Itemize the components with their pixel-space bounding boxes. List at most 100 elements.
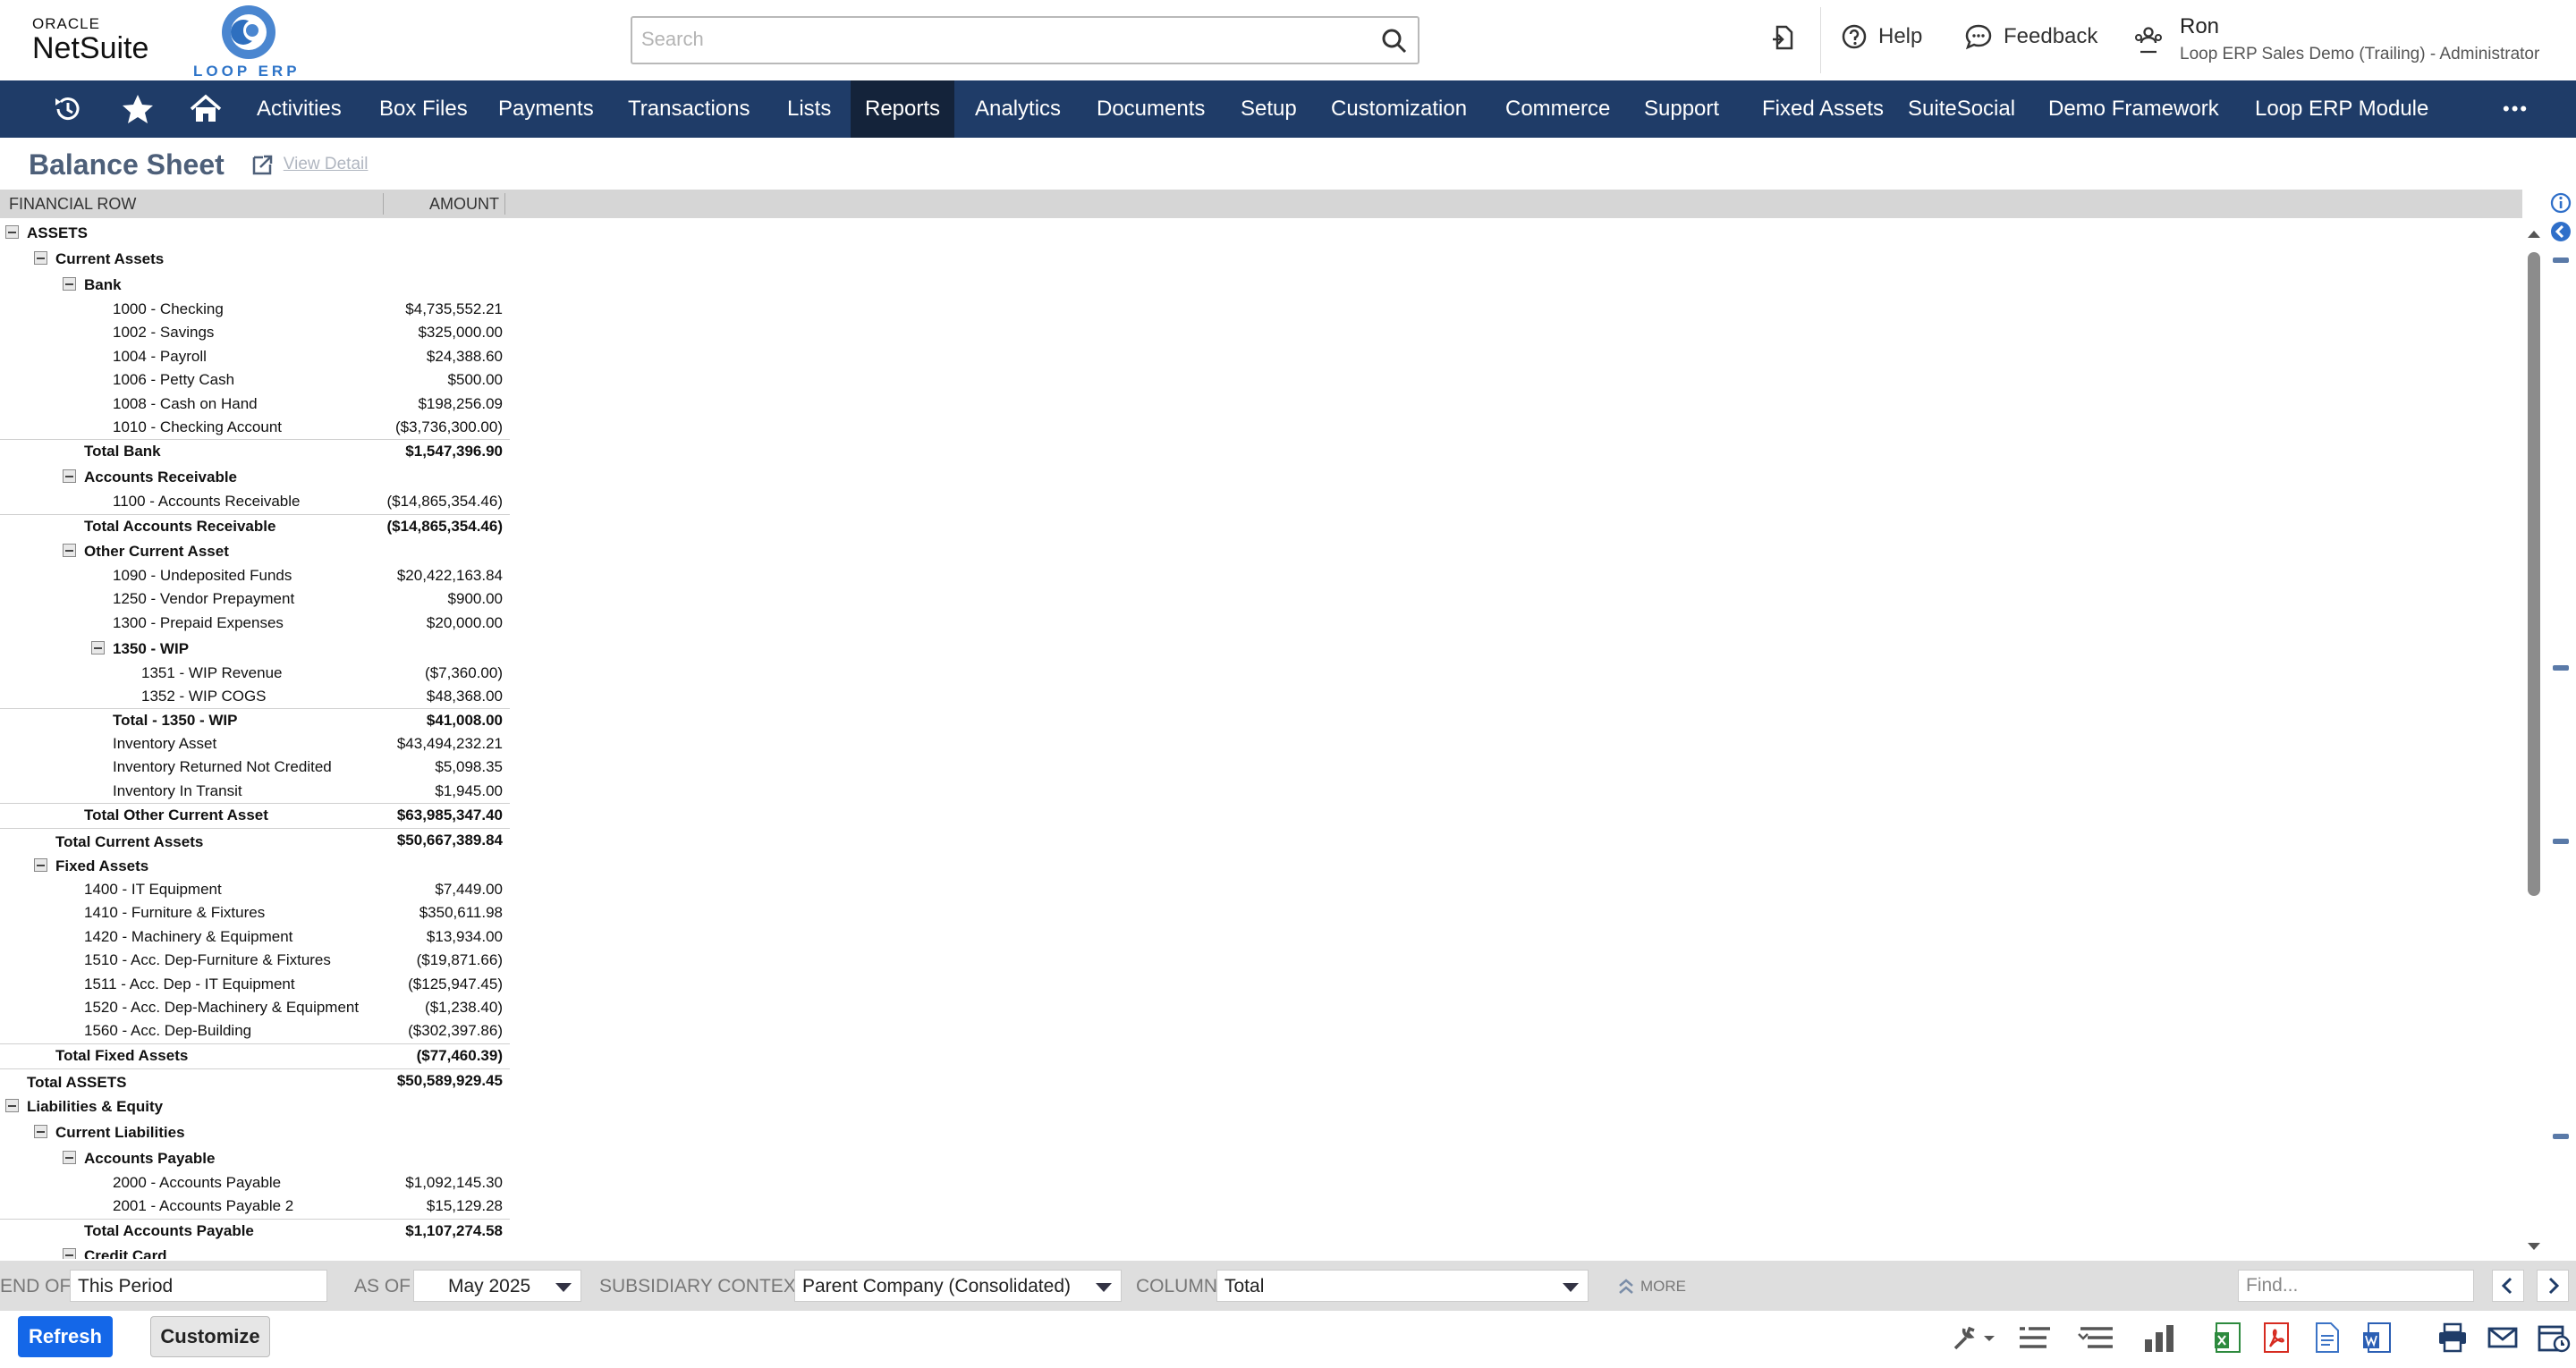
report-row[interactable]: Inventory Returned Not Credited $5,098.35	[0, 756, 510, 777]
more-filters-toggle[interactable]: MORE	[1617, 1277, 1686, 1296]
refresh-button[interactable]: Refresh	[18, 1316, 113, 1357]
user-menu-icon-wrap[interactable]	[2133, 25, 2164, 54]
report-row[interactable]: 1300 - Prepaid Expenses $20,000.00	[0, 612, 510, 633]
nav-lists[interactable]: Lists	[773, 80, 845, 138]
report-row[interactable]: Total Fixed Assets ($77,460.39)	[0, 1043, 510, 1065]
report-row[interactable]: 1400 - IT Equipment $7,449.00	[0, 878, 510, 899]
collapse-toggle-icon[interactable]	[63, 469, 76, 483]
report-row[interactable]: Total Bank $1,547,396.90	[0, 439, 510, 460]
collapse-toggle-icon[interactable]	[63, 544, 76, 557]
export-word-icon[interactable]	[2361, 1322, 2394, 1354]
subsidiary-context-select[interactable]: Parent Company (Consolidated)	[794, 1270, 1122, 1302]
panel-marker[interactable]	[2553, 839, 2569, 844]
row-amount[interactable]: ($3,736,300.00)	[395, 418, 503, 436]
scrollbar-thumb[interactable]	[2528, 252, 2540, 896]
row-amount[interactable]: ($7,360.00)	[425, 664, 503, 682]
row-amount[interactable]: $7,449.00	[435, 881, 503, 899]
collapse-panel-icon[interactable]	[2549, 220, 2572, 243]
column-divider[interactable]	[383, 193, 384, 215]
collapse-toggle-icon[interactable]	[34, 251, 47, 265]
expand-rows-icon[interactable]	[2077, 1322, 2116, 1354]
report-scrollbar[interactable]	[2524, 222, 2544, 1259]
row-amount[interactable]: $43,494,232.21	[397, 735, 503, 753]
recent-records-button[interactable]	[1769, 23, 1798, 52]
row-amount[interactable]: ($19,871.66)	[417, 951, 503, 969]
report-row[interactable]: 1008 - Cash on Hand $198,256.09	[0, 393, 510, 414]
row-amount[interactable]: $50,589,929.45	[397, 1072, 503, 1090]
report-row[interactable]: 1010 - Checking Account ($3,736,300.00)	[0, 416, 510, 437]
row-amount[interactable]: $63,985,347.40	[397, 806, 503, 824]
nav-reports[interactable]: Reports	[851, 80, 955, 138]
column-amount[interactable]: AMOUNT	[429, 195, 499, 214]
report-row[interactable]: Total Current Assets $50,667,389.84	[0, 828, 510, 850]
report-row[interactable]: 1351 - WIP Revenue ($7,360.00)	[0, 662, 510, 683]
report-row[interactable]: 1420 - Machinery & Equipment $13,934.00	[0, 925, 510, 947]
global-search[interactable]	[631, 16, 1419, 64]
row-amount[interactable]: $325,000.00	[418, 324, 503, 342]
nav-analytics[interactable]: Analytics	[961, 80, 1075, 138]
search-icon[interactable]	[1380, 27, 1409, 55]
row-amount[interactable]: $13,934.00	[427, 928, 503, 946]
row-amount[interactable]: ($14,865,354.46)	[387, 493, 504, 511]
nav-commerce[interactable]: Commerce	[1491, 80, 1624, 138]
report-row[interactable]: 1410 - Furniture & Fixtures $350,611.98	[0, 901, 510, 923]
row-amount[interactable]: ($1,238.40)	[425, 999, 503, 1017]
info-icon[interactable]	[2549, 191, 2572, 215]
nav-activities[interactable]: Activities	[242, 80, 356, 138]
chart-view-icon[interactable]	[2141, 1322, 2181, 1354]
report-row[interactable]: Total - 1350 - WIP $41,008.00	[0, 708, 510, 730]
panel-marker[interactable]	[2553, 258, 2569, 263]
row-amount[interactable]: $48,368.00	[427, 688, 503, 705]
nav-documents[interactable]: Documents	[1082, 80, 1219, 138]
report-row[interactable]: 1004 - Payroll $24,388.60	[0, 345, 510, 367]
nav-demo-framework[interactable]: Demo Framework	[2034, 80, 2233, 138]
report-row[interactable]: Inventory In Transit $1,945.00	[0, 780, 510, 801]
row-amount[interactable]: $4,735,552.21	[405, 300, 503, 318]
collapse-toggle-icon[interactable]	[5, 1099, 19, 1112]
collapse-toggle-icon[interactable]	[63, 277, 76, 291]
row-amount[interactable]: ($302,397.86)	[408, 1022, 503, 1040]
nav-customization[interactable]: Customization	[1317, 80, 1481, 138]
row-amount[interactable]: $1,945.00	[435, 782, 503, 800]
nav-suitesocial[interactable]: SuiteSocial	[1894, 80, 2029, 138]
scroll-up-arrow-icon[interactable]	[2524, 225, 2544, 243]
nav-box-files[interactable]: Box Files	[365, 80, 482, 138]
nav-fixed-assets[interactable]: Fixed Assets	[1748, 80, 1898, 138]
row-amount[interactable]: $1,107,274.58	[405, 1222, 503, 1240]
collapse-rows-icon[interactable]	[2016, 1322, 2055, 1354]
nav-transactions[interactable]: Transactions	[614, 80, 765, 138]
collapse-toggle-icon[interactable]	[63, 1248, 76, 1259]
collapse-toggle-icon[interactable]	[91, 641, 105, 654]
netsuite-logo[interactable]: ORACLE NetSuite	[32, 16, 148, 65]
report-row[interactable]: 1002 - Savings $325,000.00	[0, 321, 510, 342]
report-row[interactable]: 1520 - Acc. Dep-Machinery & Equipment ($1…	[0, 996, 510, 1018]
column-divider[interactable]	[504, 193, 505, 215]
report-row[interactable]: 1100 - Accounts Receivable ($14,865,354.4…	[0, 490, 510, 511]
report-row[interactable]: 1510 - Acc. Dep-Furniture & Fixtures ($19…	[0, 949, 510, 970]
collapse-toggle-icon[interactable]	[34, 1125, 47, 1138]
nav-payments[interactable]: Payments	[484, 80, 608, 138]
customize-button[interactable]: Customize	[150, 1316, 270, 1357]
report-row[interactable]: 1511 - Acc. Dep - IT Equipment ($125,947.…	[0, 973, 510, 994]
report-row[interactable]: Inventory Asset $43,494,232.21	[0, 732, 510, 754]
feedback-button[interactable]: Feedback	[1964, 23, 2097, 50]
report-row[interactable]: 1090 - Undeposited Funds $20,422,163.84	[0, 564, 510, 586]
collapse-toggle-icon[interactable]	[63, 1151, 76, 1164]
column-financial-row[interactable]: FINANCIAL ROW	[9, 195, 136, 214]
report-row[interactable]: Total Accounts Receivable ($14,865,354.46…	[0, 514, 510, 536]
row-amount[interactable]: ($125,947.45)	[408, 975, 503, 993]
row-amount[interactable]: $5,098.35	[435, 758, 503, 776]
search-input[interactable]	[632, 18, 1348, 61]
panel-marker[interactable]	[2553, 665, 2569, 671]
panel-marker[interactable]	[2553, 1134, 2569, 1139]
report-row[interactable]: 1250 - Vendor Prepayment $900.00	[0, 587, 510, 609]
row-amount[interactable]: $198,256.09	[418, 395, 503, 413]
report-row[interactable]: Total Other Current Asset $63,985,347.40	[0, 803, 510, 824]
row-amount[interactable]: $350,611.98	[419, 904, 503, 922]
row-amount[interactable]: ($77,460.39)	[417, 1047, 503, 1065]
find-input[interactable]	[2238, 1270, 2474, 1302]
help-button[interactable]: Help	[1841, 23, 1922, 50]
nav-more-menu[interactable]: •••	[2488, 80, 2543, 138]
row-amount[interactable]: $41,008.00	[427, 712, 503, 730]
row-amount[interactable]: $20,000.00	[427, 614, 503, 632]
